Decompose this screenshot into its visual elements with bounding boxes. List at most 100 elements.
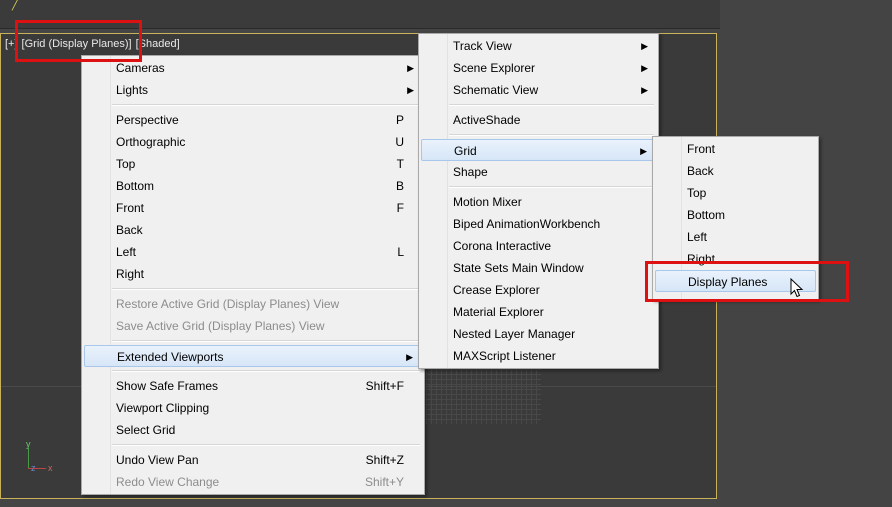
menu-item-label: ActiveShade xyxy=(453,113,521,127)
menu-separator xyxy=(112,444,420,446)
menu-item-label: Back xyxy=(116,223,143,237)
menu-item-label: Extended Viewports xyxy=(117,350,224,364)
ext-menu-item[interactable]: ActiveShade xyxy=(421,109,656,131)
menu-item-shortcut: T xyxy=(396,157,404,171)
menu-item-label: Corona Interactive xyxy=(453,239,552,253)
submenu-arrow-icon: ▶ xyxy=(407,63,414,73)
grid-menu-item[interactable]: Back xyxy=(655,160,816,182)
main-menu-item[interactable]: Restore Active Grid (Display Planes) Vie… xyxy=(84,293,422,315)
main-menu-item[interactable]: Save Active Grid (Display Planes) View xyxy=(84,315,422,337)
menu-item-label: Crease Explorer xyxy=(453,283,540,297)
submenu-arrow-icon: ▶ xyxy=(640,146,647,156)
menu-item-label: Top xyxy=(687,186,707,200)
grid-menu-item[interactable]: Left xyxy=(655,226,816,248)
main-menu-item[interactable]: Right xyxy=(84,263,422,285)
menu-separator xyxy=(112,340,420,342)
main-menu-item[interactable]: Orthographic U xyxy=(84,131,422,153)
main-menu-item[interactable]: Undo View Pan Shift+Z xyxy=(84,449,422,471)
ext-menu-item[interactable]: Scene Explorer ▶ xyxy=(421,57,656,79)
mouse-cursor-icon xyxy=(790,278,804,298)
menu-separator xyxy=(449,104,654,106)
menu-item-label: Bottom xyxy=(687,208,726,222)
grid-menu-item[interactable]: Top xyxy=(655,182,816,204)
axis-corner-icon: ╱ xyxy=(12,0,19,11)
menu-item-label: Undo View Pan xyxy=(116,453,199,467)
menu-item-shortcut: B xyxy=(395,179,404,193)
grid-menu-item[interactable]: Bottom xyxy=(655,204,816,226)
menu-item-label: Bottom xyxy=(116,179,155,193)
axis-z-label: z xyxy=(31,463,36,473)
menu-item-label: Viewport Clipping xyxy=(116,401,210,415)
menu-item-label: Track View xyxy=(453,39,512,53)
ext-menu-item[interactable]: Biped AnimationWorkbench xyxy=(421,213,656,235)
menu-item-label: Nested Layer Manager xyxy=(453,327,576,341)
menu-item-label: Grid xyxy=(454,144,477,158)
main-menu-item[interactable]: Perspective P xyxy=(84,109,422,131)
main-menu-item[interactable]: Select Grid xyxy=(84,419,422,441)
axis-x-label: x xyxy=(48,463,53,473)
menu-item-label: Schematic View xyxy=(453,83,539,97)
menu-separator xyxy=(112,288,420,290)
menu-item-label: State Sets Main Window xyxy=(453,261,584,275)
main-menu-item[interactable]: Redo View Change Shift+Y xyxy=(84,471,422,493)
main-menu-item[interactable]: Bottom B xyxy=(84,175,422,197)
menu-item-label: Show Safe Frames xyxy=(116,379,219,393)
ext-menu-item[interactable]: Motion Mixer xyxy=(421,191,656,213)
point-of-view-menu: Cameras ▶ Lights ▶ Perspective P Orthographic U… xyxy=(81,55,425,495)
menu-item-shortcut: P xyxy=(395,113,404,127)
ext-menu-item[interactable]: Shape xyxy=(421,161,656,183)
menu-separator xyxy=(112,370,420,372)
main-menu-item[interactable]: Left L xyxy=(84,241,422,263)
main-menu-item[interactable]: Back xyxy=(84,219,422,241)
menu-item-shortcut: U xyxy=(395,135,404,149)
menu-item-label: Redo View Change xyxy=(116,475,220,489)
menu-item-label: Save Active Grid (Display Planes) View xyxy=(116,319,325,333)
extended-viewports-menu: Track View ▶ Scene Explorer ▶ Schematic View… xyxy=(418,33,659,369)
display-planes-highlight xyxy=(645,261,849,302)
menu-item-label: Perspective xyxy=(116,113,179,127)
menu-item-label: Lights xyxy=(116,83,149,97)
menu-item-label: Motion Mixer xyxy=(453,195,522,209)
submenu-arrow-icon: ▶ xyxy=(641,85,648,95)
menu-item-label: Top xyxy=(116,157,136,171)
ext-menu-item[interactable]: Material Explorer xyxy=(421,301,656,323)
axis-y-label: y xyxy=(26,439,31,449)
ext-menu-item[interactable]: Schematic View ▶ xyxy=(421,79,656,101)
submenu-arrow-icon: ▶ xyxy=(406,352,413,362)
menu-item-label: Shape xyxy=(453,165,488,179)
menu-separator xyxy=(449,134,654,136)
menu-item-label: Front xyxy=(116,201,145,215)
ext-menu-item[interactable]: State Sets Main Window xyxy=(421,257,656,279)
ext-menu-item[interactable]: Track View ▶ xyxy=(421,35,656,57)
extended-viewports-item[interactable]: Extended Viewports ▶ xyxy=(84,345,422,367)
main-menu-item[interactable]: Lights ▶ xyxy=(84,79,422,101)
ext-menu-item[interactable]: MAXScript Listener xyxy=(421,345,656,367)
menu-separator xyxy=(449,186,654,188)
menu-item-label: Back xyxy=(687,164,714,178)
menu-item-label: Left xyxy=(116,245,137,259)
main-menu-item[interactable]: Front F xyxy=(84,197,422,219)
menu-item-shortcut: L xyxy=(397,245,404,259)
menu-item-label: Material Explorer xyxy=(453,305,544,319)
menu-separator xyxy=(112,104,420,106)
viewport-label-highlight xyxy=(15,20,142,62)
viewport-shading-menu[interactable]: [Shaded] xyxy=(136,38,180,50)
main-menu-item[interactable]: Show Safe Frames Shift+F xyxy=(84,375,422,397)
menu-item-shortcut: Shift+F xyxy=(365,379,404,393)
menu-item-label: Restore Active Grid (Display Planes) Vie… xyxy=(116,297,340,311)
ext-menu-item[interactable]: Nested Layer Manager xyxy=(421,323,656,345)
submenu-arrow-icon: ▶ xyxy=(641,41,648,51)
menu-item-shortcut: F xyxy=(396,201,404,215)
axis-y-line xyxy=(28,448,29,468)
grid-item[interactable]: Grid ▶ xyxy=(421,139,656,161)
ext-menu-item[interactable]: Corona Interactive xyxy=(421,235,656,257)
menu-item-label: Left xyxy=(687,230,708,244)
menu-item-label: MAXScript Listener xyxy=(453,349,556,363)
ext-menu-item[interactable]: Crease Explorer xyxy=(421,279,656,301)
main-menu-item[interactable]: Top T xyxy=(84,153,422,175)
grid-menu-item[interactable]: Front xyxy=(655,138,816,160)
menu-item-label: Front xyxy=(687,142,716,156)
menu-item-label: Select Grid xyxy=(116,423,176,437)
menu-item-label: Scene Explorer xyxy=(453,61,536,75)
main-menu-item[interactable]: Viewport Clipping xyxy=(84,397,422,419)
